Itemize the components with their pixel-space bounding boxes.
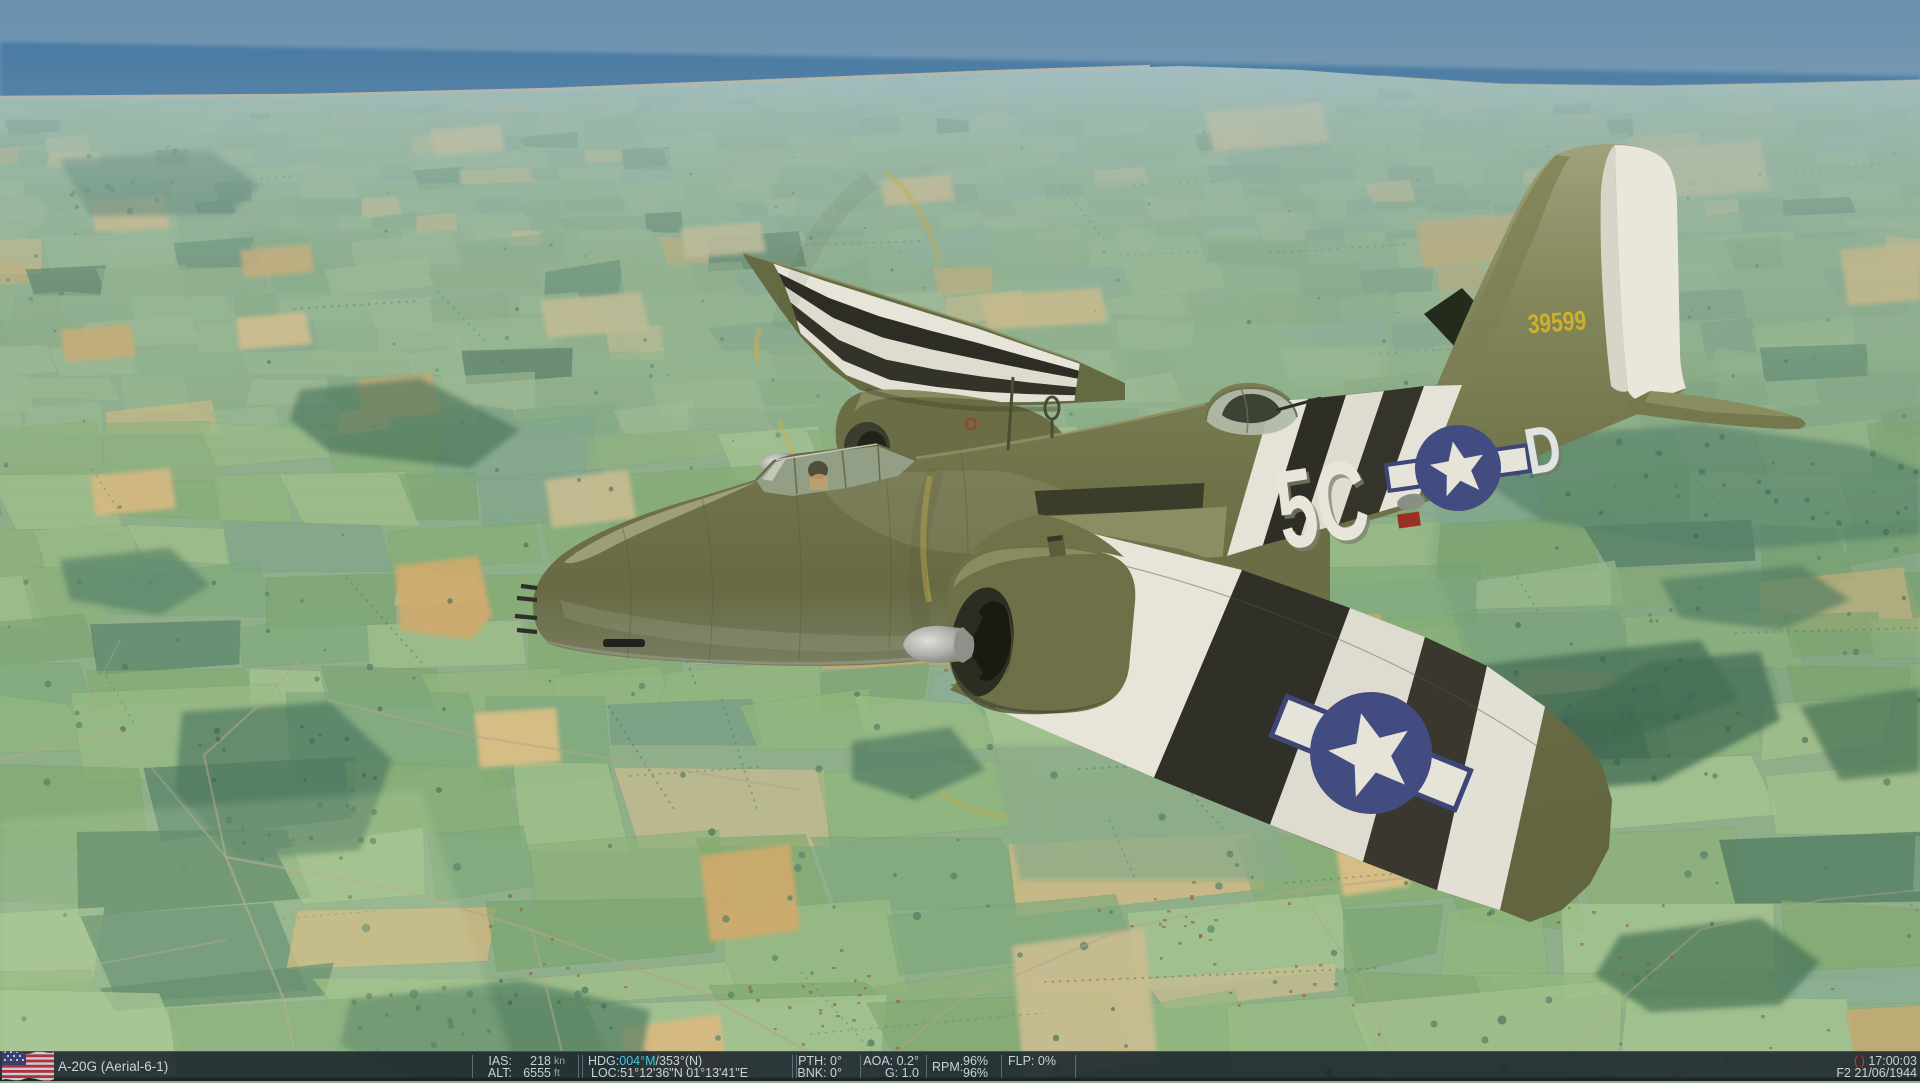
svg-text:39599: 39599 xyxy=(1527,306,1588,340)
